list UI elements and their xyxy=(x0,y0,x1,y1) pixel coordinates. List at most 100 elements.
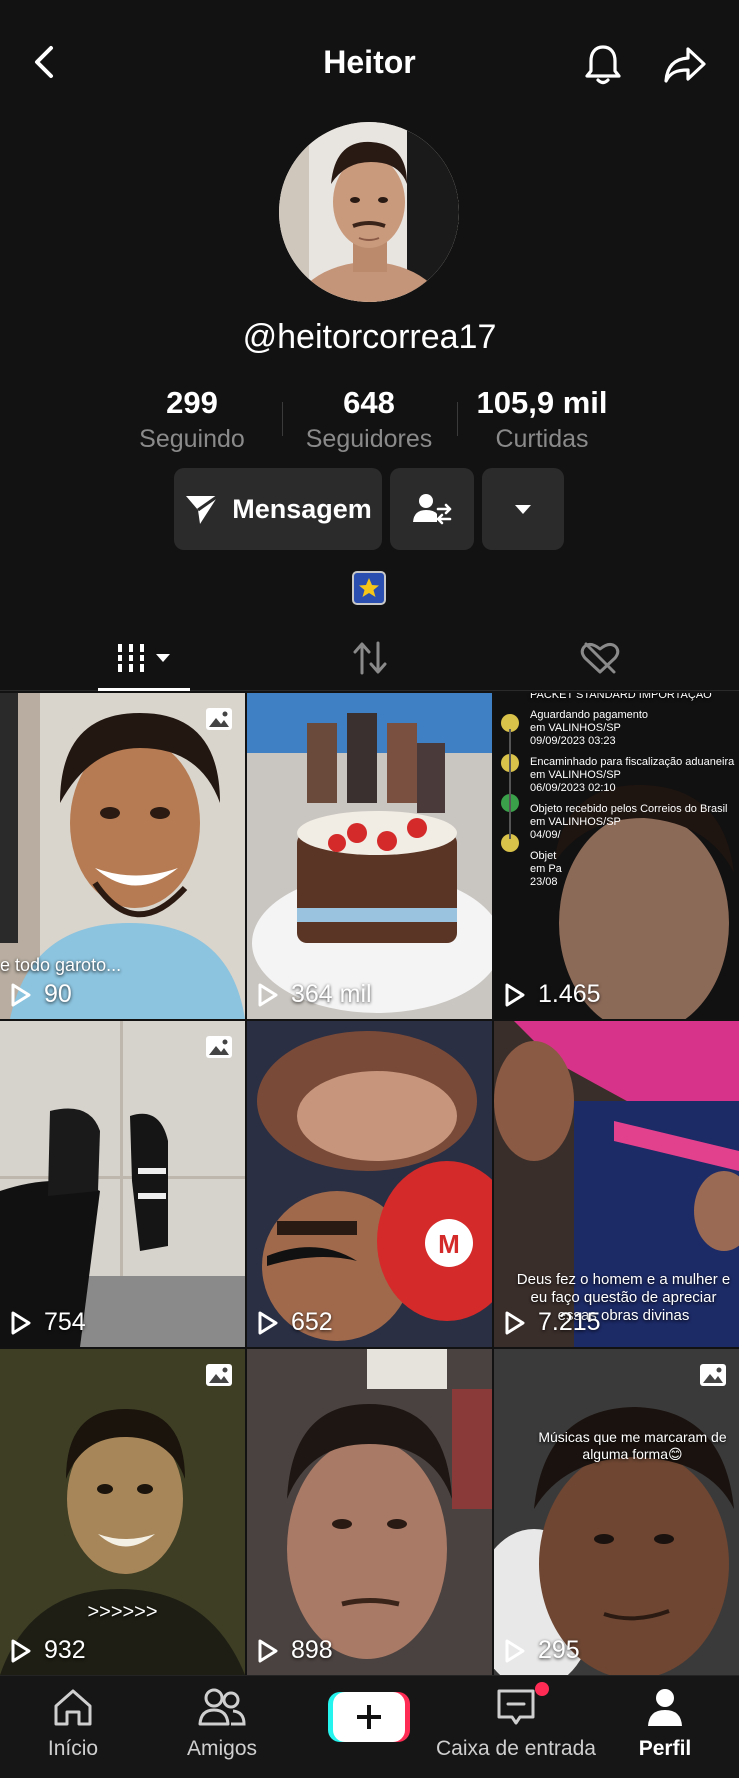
tab-liked[interactable] xyxy=(560,625,640,691)
stat-value: 299 xyxy=(166,385,218,420)
video-tile[interactable]: M 652 xyxy=(247,1021,492,1347)
video-tile[interactable]: 898 xyxy=(247,1349,492,1675)
video-caption: >>>>>> xyxy=(87,1601,158,1623)
tracking-line: Objet xyxy=(530,850,557,862)
nav-label: Início xyxy=(47,1737,99,1760)
video-grid: e todo garoto... 90 364 mil PACKET STAND… xyxy=(0,693,739,1675)
play-icon xyxy=(505,983,525,1006)
avatar-photo xyxy=(279,122,459,302)
view-count: 7.215 xyxy=(504,1308,601,1337)
share-button[interactable] xyxy=(658,40,712,90)
view-count-text: 932 xyxy=(44,1636,86,1664)
video-tile[interactable]: e todo garoto... 90 xyxy=(0,693,245,1019)
video-tile[interactable]: 754 xyxy=(0,1021,245,1347)
notifications-button[interactable] xyxy=(578,40,628,90)
message-button-label: Mensagem xyxy=(232,493,372,524)
create-button[interactable] xyxy=(328,1690,410,1744)
inbox-icon xyxy=(497,1689,535,1725)
view-count-text: 7.215 xyxy=(538,1308,601,1336)
star-badge xyxy=(352,571,386,605)
profile-username: @heitorcorrea17 xyxy=(242,318,497,356)
tracking-line: Aguardando pagamento xyxy=(530,709,649,721)
profile-tabs xyxy=(0,625,739,691)
nav-inbox[interactable]: Caixa de entrada xyxy=(436,1682,596,1761)
tracking-line: em VALINHOS/SP xyxy=(530,722,621,734)
play-icon xyxy=(11,1311,31,1334)
play-icon xyxy=(258,1311,278,1334)
photo-icon xyxy=(206,1036,232,1058)
nav-friends[interactable]: Amigos xyxy=(172,1686,272,1761)
view-count: 90 xyxy=(10,980,72,1009)
tracking-line: em Pa xyxy=(530,863,562,875)
grid-bars-icon xyxy=(116,644,170,672)
friends-icon xyxy=(198,1688,246,1726)
view-count-text: 652 xyxy=(291,1308,333,1336)
view-count-text: 364 mil xyxy=(291,980,372,1008)
page-title: Heitor xyxy=(323,44,416,80)
video-thumbnail xyxy=(494,1349,739,1675)
play-icon xyxy=(11,1639,31,1662)
view-count: 295 xyxy=(504,1636,580,1665)
play-icon xyxy=(258,1639,278,1662)
view-count: 364 mil xyxy=(257,980,372,1009)
share-arrow-icon xyxy=(664,47,706,83)
view-count-text: 1.465 xyxy=(538,980,601,1008)
play-icon xyxy=(11,983,31,1006)
message-button[interactable]: Mensagem xyxy=(174,468,382,550)
profile-stats: 299 Seguindo 648 Seguidores 105,9 mil Cu… xyxy=(0,384,739,454)
view-count: 754 xyxy=(10,1308,86,1337)
avatar[interactable] xyxy=(279,122,459,302)
play-icon xyxy=(505,1311,525,1334)
nav-home[interactable]: Início xyxy=(28,1686,118,1761)
bottom-navigation: Início Amigos Caixa de entrada Perfil xyxy=(0,1675,739,1778)
video-thumbnail: M xyxy=(247,1021,492,1347)
more-options-button[interactable] xyxy=(482,468,564,550)
tracking-line: em VALINHOS/SP xyxy=(530,769,621,781)
video-thumbnail xyxy=(0,1349,245,1675)
view-count: 652 xyxy=(257,1308,333,1337)
video-caption: Músicas que me marcaram de alguma forma😊 xyxy=(538,1429,727,1462)
user-swap-icon xyxy=(413,494,452,525)
stat-value: 648 xyxy=(343,385,395,420)
video-thumbnail xyxy=(0,1021,245,1347)
friend-switch-button[interactable] xyxy=(390,468,474,550)
stat-followers[interactable]: 648 Seguidores xyxy=(279,384,459,456)
send-icon xyxy=(186,494,220,524)
stat-following[interactable]: 299 Seguindo xyxy=(102,384,282,456)
profile-icon xyxy=(648,1689,682,1726)
tab-videos[interactable] xyxy=(98,625,190,691)
nav-label: Amigos xyxy=(186,1737,258,1760)
active-tab-indicator xyxy=(98,688,190,691)
repost-icon xyxy=(353,641,387,675)
play-icon xyxy=(505,1639,525,1662)
tracking-header: PACKET STANDARD IMPORTAÇÃO xyxy=(530,693,712,701)
video-thumbnail xyxy=(247,693,492,1019)
video-tile[interactable]: >>>>>> 932 xyxy=(0,1349,245,1675)
profile-header: Heitor xyxy=(0,0,739,128)
tracking-line: Encaminhado para fiscalização aduaneira xyxy=(530,756,735,768)
video-tile[interactable]: Deus fez o homem e a mulher e eu faço qu… xyxy=(494,1021,739,1347)
heart-hidden-icon xyxy=(580,642,620,674)
nav-label: Caixa de entrada xyxy=(436,1737,596,1760)
nav-profile[interactable]: Perfil xyxy=(620,1686,710,1761)
view-count: 1.465 xyxy=(504,980,601,1009)
video-tile[interactable]: PACKET STANDARD IMPORTAÇÃO Aguardando pa… xyxy=(494,693,739,1019)
play-icon xyxy=(258,983,278,1006)
notification-dot xyxy=(535,1682,549,1696)
plus-icon xyxy=(328,1692,410,1742)
stat-label: Seguidores xyxy=(305,425,433,453)
bell-icon xyxy=(585,45,621,85)
view-count: 898 xyxy=(257,1636,333,1665)
stat-label: Curtidas xyxy=(495,425,589,453)
photo-icon xyxy=(206,708,232,730)
tab-reposts[interactable] xyxy=(330,625,410,691)
stat-likes[interactable]: 105,9 mil Curtidas xyxy=(452,384,632,456)
video-tile[interactable]: Músicas que me marcaram de alguma forma😊… xyxy=(494,1349,739,1675)
caret-down-icon xyxy=(515,505,531,514)
view-count-text: 898 xyxy=(291,1636,333,1664)
tracking-list: Aguardando pagamento em VALINHOS/SP 09/0… xyxy=(530,709,734,889)
tracking-line: 06/09/2023 02:10 xyxy=(530,782,616,794)
view-count-text: 754 xyxy=(44,1308,86,1336)
home-icon xyxy=(54,1689,92,1726)
video-tile[interactable]: 364 mil xyxy=(247,693,492,1019)
